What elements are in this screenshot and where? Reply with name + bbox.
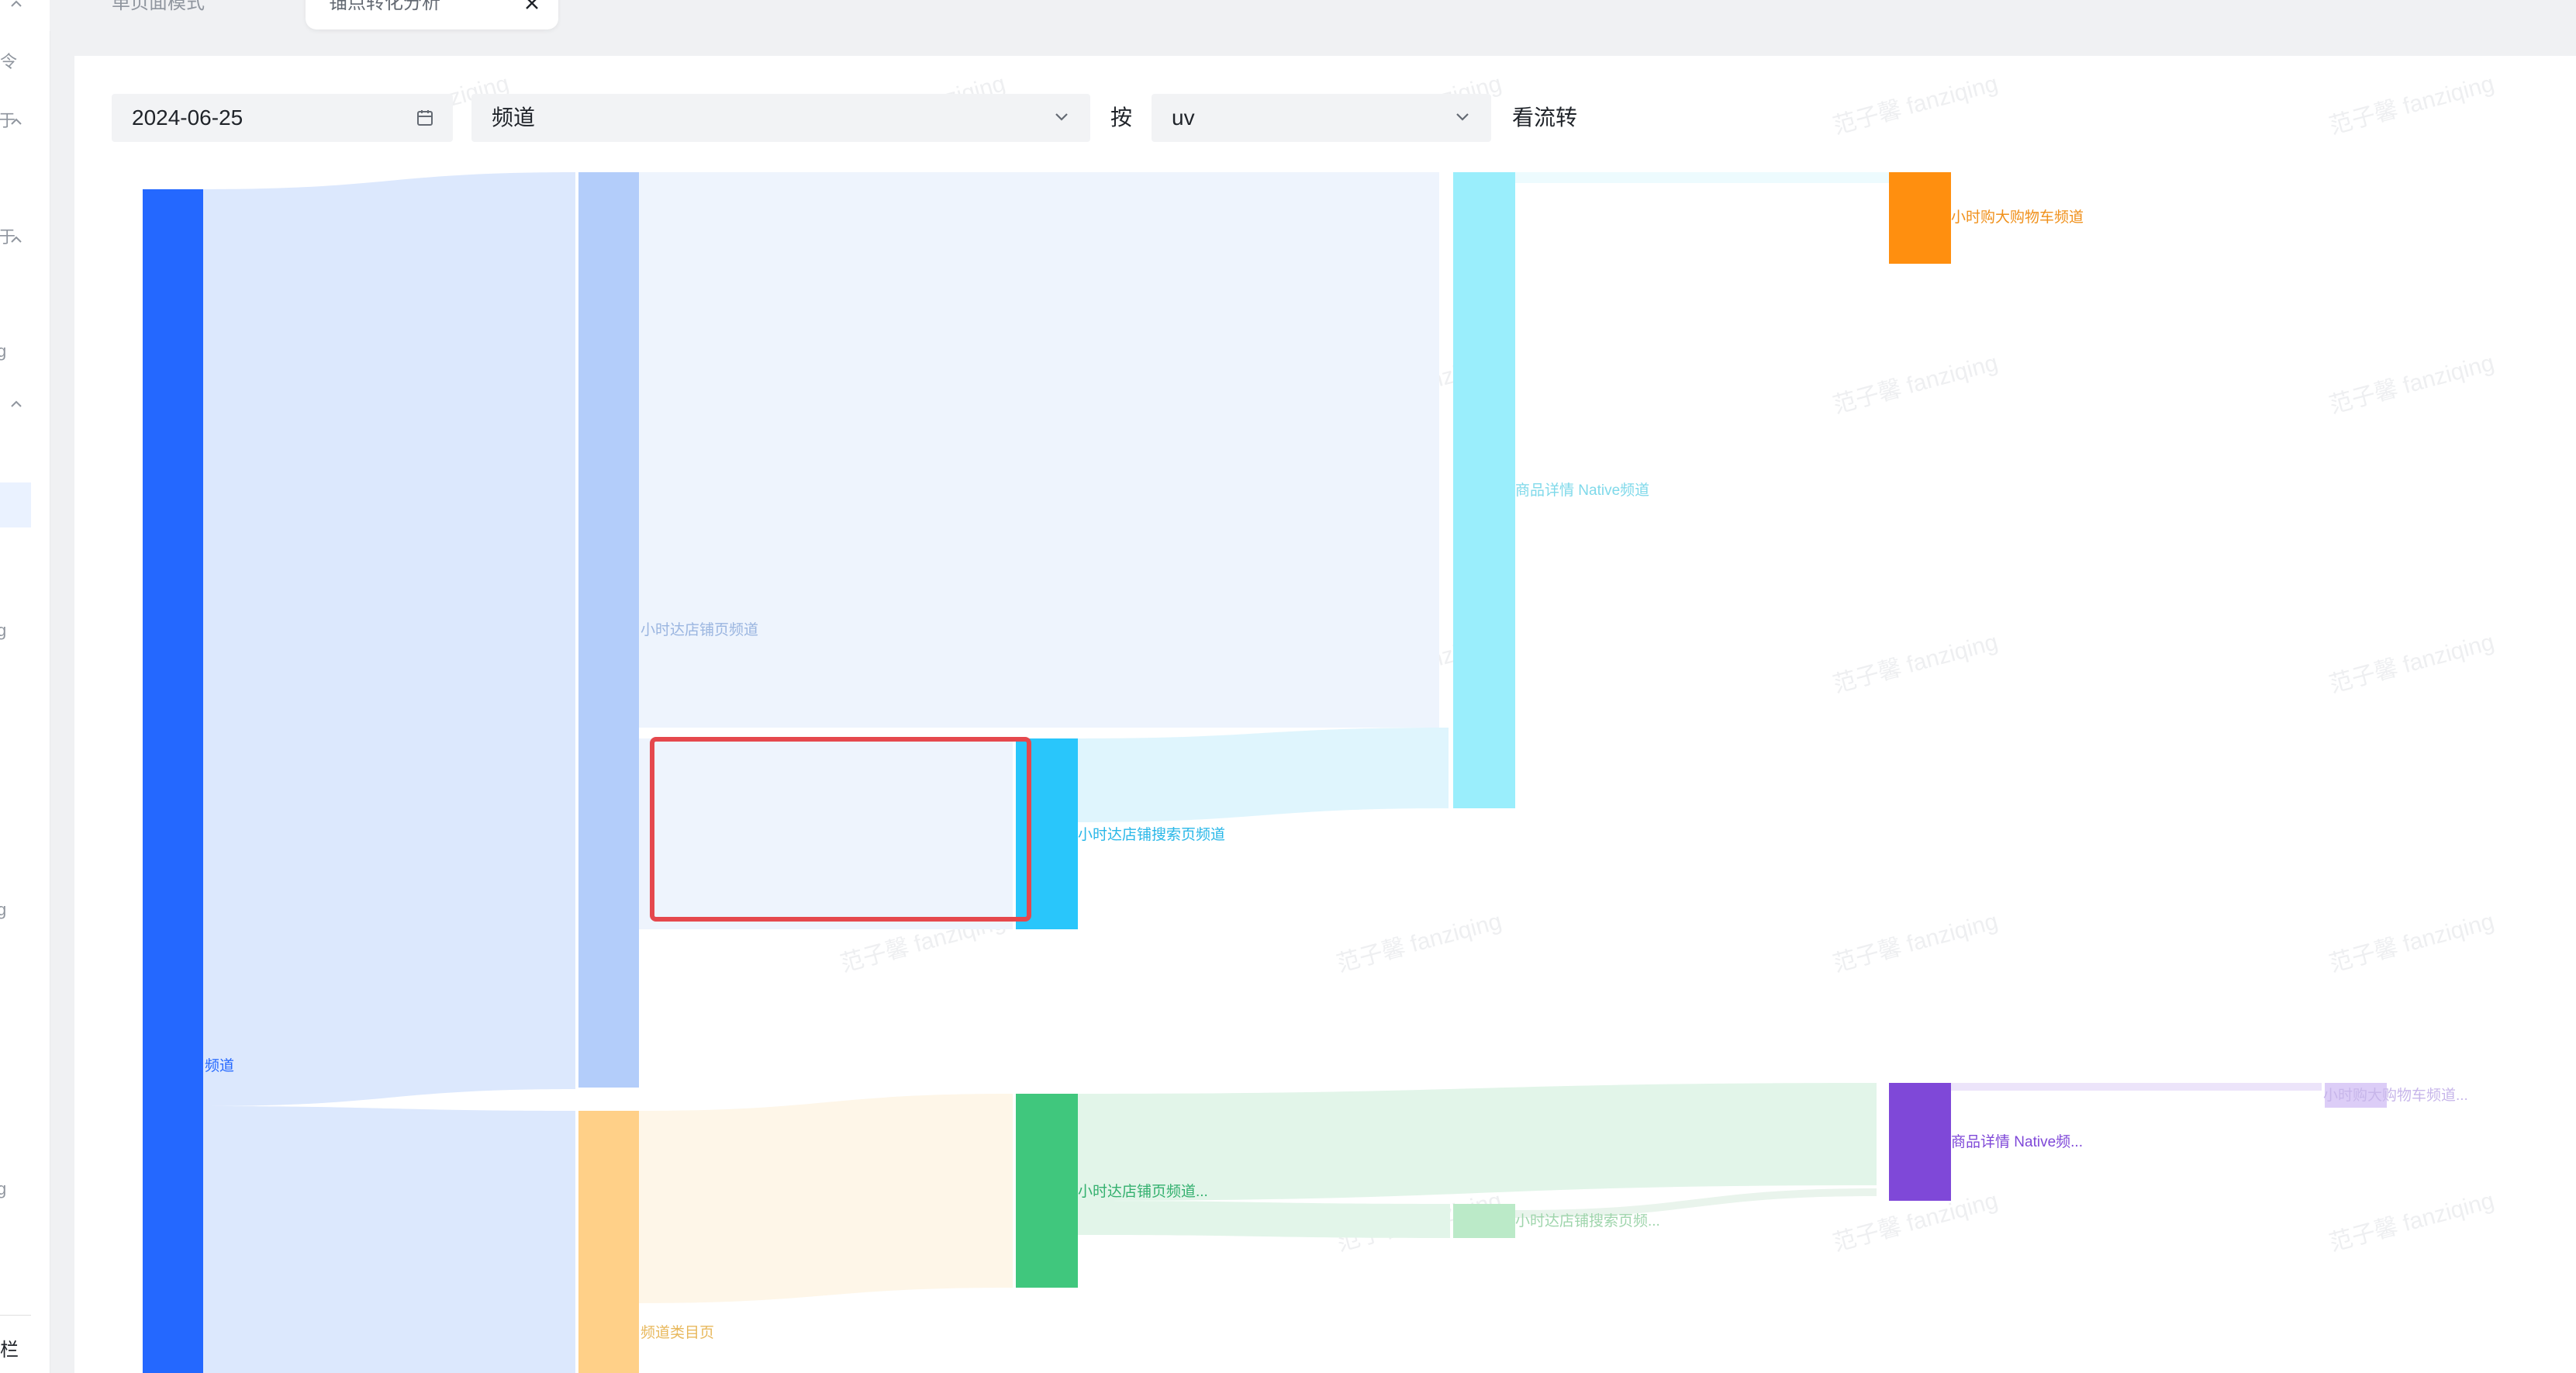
date-picker[interactable]: 2024-06-25: [112, 94, 453, 142]
sankey-link[interactable]: [1515, 172, 1889, 183]
sankey-node-label: 小时达店铺页频道...: [1078, 1183, 1208, 1200]
sankey-node[interactable]: [578, 172, 639, 1088]
sankey-node-label: 小时购大购物车频道...: [2323, 1087, 2468, 1104]
sankey-node[interactable]: [1889, 1083, 1951, 1201]
sankey-node-label: 小时达店铺搜索页频...: [1515, 1212, 1660, 1229]
sankey-node[interactable]: [578, 1111, 639, 1373]
chevron-down-icon: [1055, 113, 1068, 121]
sankey-node-label: 商品详情 Native频道: [1515, 482, 1649, 499]
sankey-link[interactable]: [639, 172, 1439, 728]
sankey-node[interactable]: [1889, 172, 1951, 264]
sankey-link[interactable]: [1951, 1083, 2322, 1091]
by-label: 按: [1110, 105, 1133, 130]
calendar-icon: [417, 110, 433, 126]
metric-value: uv: [1172, 105, 1195, 130]
sankey-node-label: 频道: [205, 1057, 234, 1074]
view-flow-label: 看流转: [1512, 105, 1578, 130]
highlight-box: [650, 737, 1031, 922]
sankey-node-label: 小时达店铺搜索页频道: [1078, 826, 1225, 843]
sankey-chart: 频道 小时达店铺页频道频道类目页 小时达店铺搜索页频道小时达店铺页频道... 商品详情…: [143, 172, 2468, 1373]
sankey-link[interactable]: [639, 1094, 1013, 1303]
sankey-node-label: 小时购大购物车频道: [1951, 209, 2084, 226]
metric-select[interactable]: uv: [1152, 94, 1491, 142]
sankey-link[interactable]: [1078, 728, 1449, 822]
sankey-node[interactable]: [1016, 1094, 1078, 1288]
sankey-node-label: 小时达店铺页频道: [641, 621, 758, 638]
sankey-node[interactable]: [143, 189, 203, 1373]
sankey-node[interactable]: [1453, 172, 1515, 808]
dimension-select[interactable]: 频道: [471, 94, 1090, 142]
dimension-value: 频道: [492, 105, 536, 130]
sankey-node[interactable]: [1453, 1204, 1515, 1238]
sankey-link[interactable]: [1078, 1201, 1450, 1238]
sankey-links: [203, 172, 2322, 1373]
sankey-link[interactable]: [203, 172, 575, 1106]
date-value: 2024-06-25: [132, 105, 243, 130]
sankey-link[interactable]: [203, 1106, 575, 1373]
sankey-node-label: 商品详情 Native频...: [1951, 1133, 2083, 1150]
chevron-down-icon: [1456, 113, 1469, 121]
sankey-node-label: 频道类目页: [641, 1324, 714, 1341]
